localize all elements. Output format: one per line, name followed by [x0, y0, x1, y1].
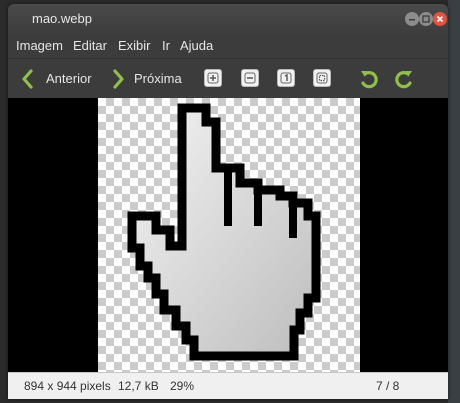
menu-ir[interactable]: Ir — [162, 38, 170, 53]
close-button[interactable] — [433, 12, 447, 26]
toolbar: Anterior Próxima — [8, 58, 448, 100]
rotate-left-icon — [361, 71, 378, 89]
desktop-background — [448, 0, 460, 403]
menu-exibir[interactable]: Exibir — [118, 38, 151, 53]
previous-label: Anterior — [46, 71, 92, 86]
previous-button[interactable]: Anterior — [18, 67, 104, 91]
normal-size-button[interactable] — [277, 69, 295, 87]
normal-size-icon — [280, 72, 292, 84]
rotate-right-button[interactable] — [393, 68, 415, 90]
zoom-in-icon — [207, 72, 219, 84]
image-dimensions: 894 x 944 pixels — [24, 379, 111, 393]
hand-cursor-image — [127, 103, 321, 361]
image-position: 7 / 8 — [376, 379, 400, 393]
window-title: mao.webp — [32, 11, 92, 26]
best-fit-button[interactable] — [313, 69, 331, 87]
next-button[interactable]: Próxima — [110, 67, 190, 91]
maximize-icon — [422, 15, 430, 23]
minimize-button[interactable] — [405, 12, 419, 26]
menu-imagem[interactable]: Imagem — [16, 38, 63, 53]
rotate-right-icon — [395, 71, 412, 89]
maximize-button[interactable] — [419, 12, 433, 26]
chevron-left-icon — [22, 69, 33, 89]
menu-bar: Imagem Editar Exibir Ir Ajuda — [8, 34, 448, 58]
best-fit-icon — [316, 72, 328, 84]
rotate-left-button[interactable] — [358, 68, 380, 90]
zoom-out-icon — [244, 72, 256, 84]
menu-editar[interactable]: Editar — [73, 38, 107, 53]
zoom-level: 29% — [170, 379, 195, 393]
minimize-icon — [409, 19, 415, 21]
close-icon — [436, 15, 444, 23]
zoom-out-button[interactable] — [241, 69, 259, 87]
status-bar: 894 x 944 pixels 12,7 kB 29% 7 / 8 — [8, 372, 448, 399]
chevron-right-icon — [113, 69, 124, 89]
file-size: 12,7 kB — [118, 379, 159, 393]
title-bar[interactable]: mao.webp — [8, 4, 448, 34]
zoom-in-button[interactable] — [204, 69, 222, 87]
menu-ajuda[interactable]: Ajuda — [180, 38, 213, 53]
image-viewer-window: mao.webp Imagem Editar Exibir Ir Ajuda A… — [8, 4, 448, 399]
next-label: Próxima — [134, 71, 182, 86]
image-view[interactable] — [8, 98, 448, 372]
